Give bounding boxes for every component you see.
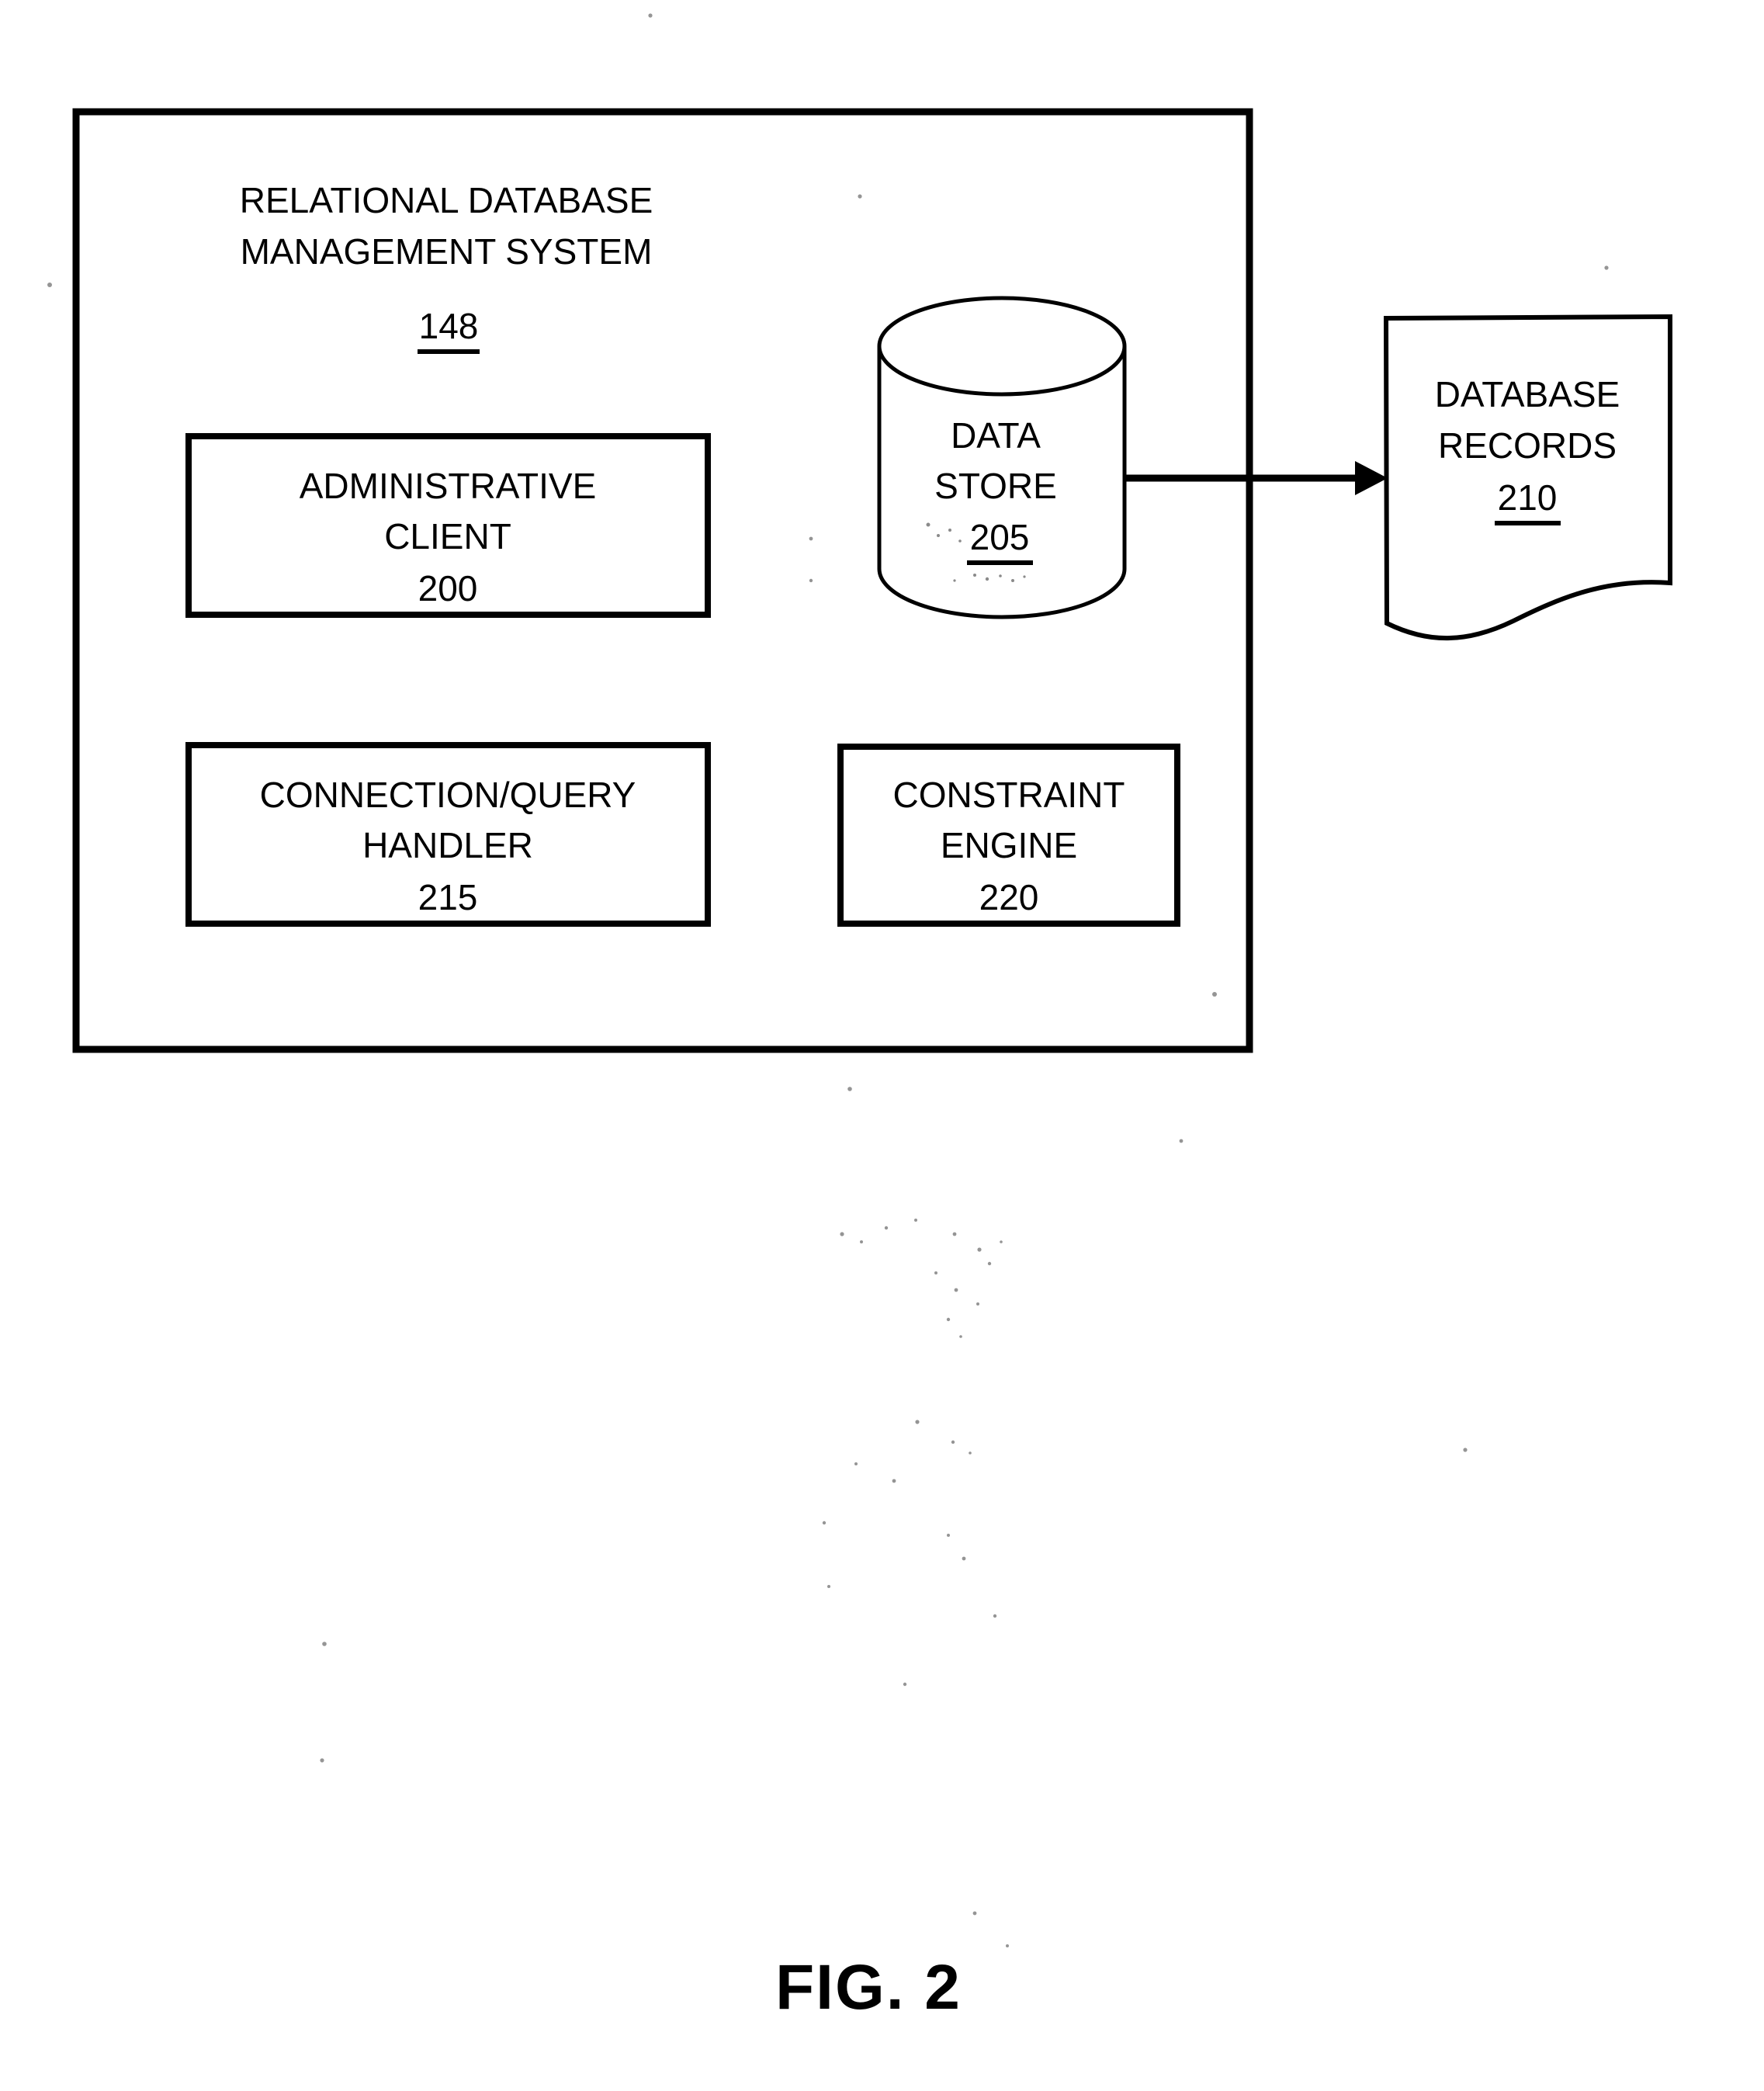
patent-figure-page: RELATIONAL DATABASE MANAGEMENT SYSTEM 14… (0, 0, 1764, 2091)
data-store-label-line2: STORE (934, 466, 1057, 506)
connection-query-handler-label-line2: HANDLER (362, 825, 533, 865)
database-records-label-line2: RECORDS (1438, 425, 1617, 466)
figure-canvas: RELATIONAL DATABASE MANAGEMENT SYSTEM 14… (47, 13, 1672, 2023)
system-title-line1: RELATIONAL DATABASE (240, 180, 653, 220)
constraint-engine-reference-numeral: 220 (979, 877, 1039, 917)
data-store-to-records-arrow (1125, 461, 1388, 495)
constraint-engine-label-line2: ENGINE (941, 825, 1077, 865)
system-title-line2: MANAGEMENT SYSTEM (241, 231, 653, 272)
database-records-label-line1: DATABASE (1435, 374, 1620, 414)
administrative-client-label-line1: ADMINISTRATIVE (300, 466, 597, 506)
database-records-reference-numeral: 210 (1498, 477, 1558, 518)
system-reference-numeral: 148 (419, 306, 479, 346)
administrative-client-reference-numeral: 200 (418, 568, 478, 609)
connection-query-handler-label-line1: CONNECTION/QUERY (260, 775, 636, 815)
data-store-reference-numeral: 205 (970, 517, 1030, 557)
constraint-engine-label-line1: CONSTRAINT (893, 775, 1125, 815)
data-store-label-line1: DATA (951, 415, 1041, 456)
connection-query-handler-reference-numeral: 215 (418, 877, 478, 917)
data-store-cylinder (877, 296, 1127, 619)
figure-caption: FIG. 2 (775, 1952, 962, 2023)
page-scan-speckles (47, 13, 1609, 1947)
administrative-client-label-line2: CLIENT (384, 516, 511, 557)
